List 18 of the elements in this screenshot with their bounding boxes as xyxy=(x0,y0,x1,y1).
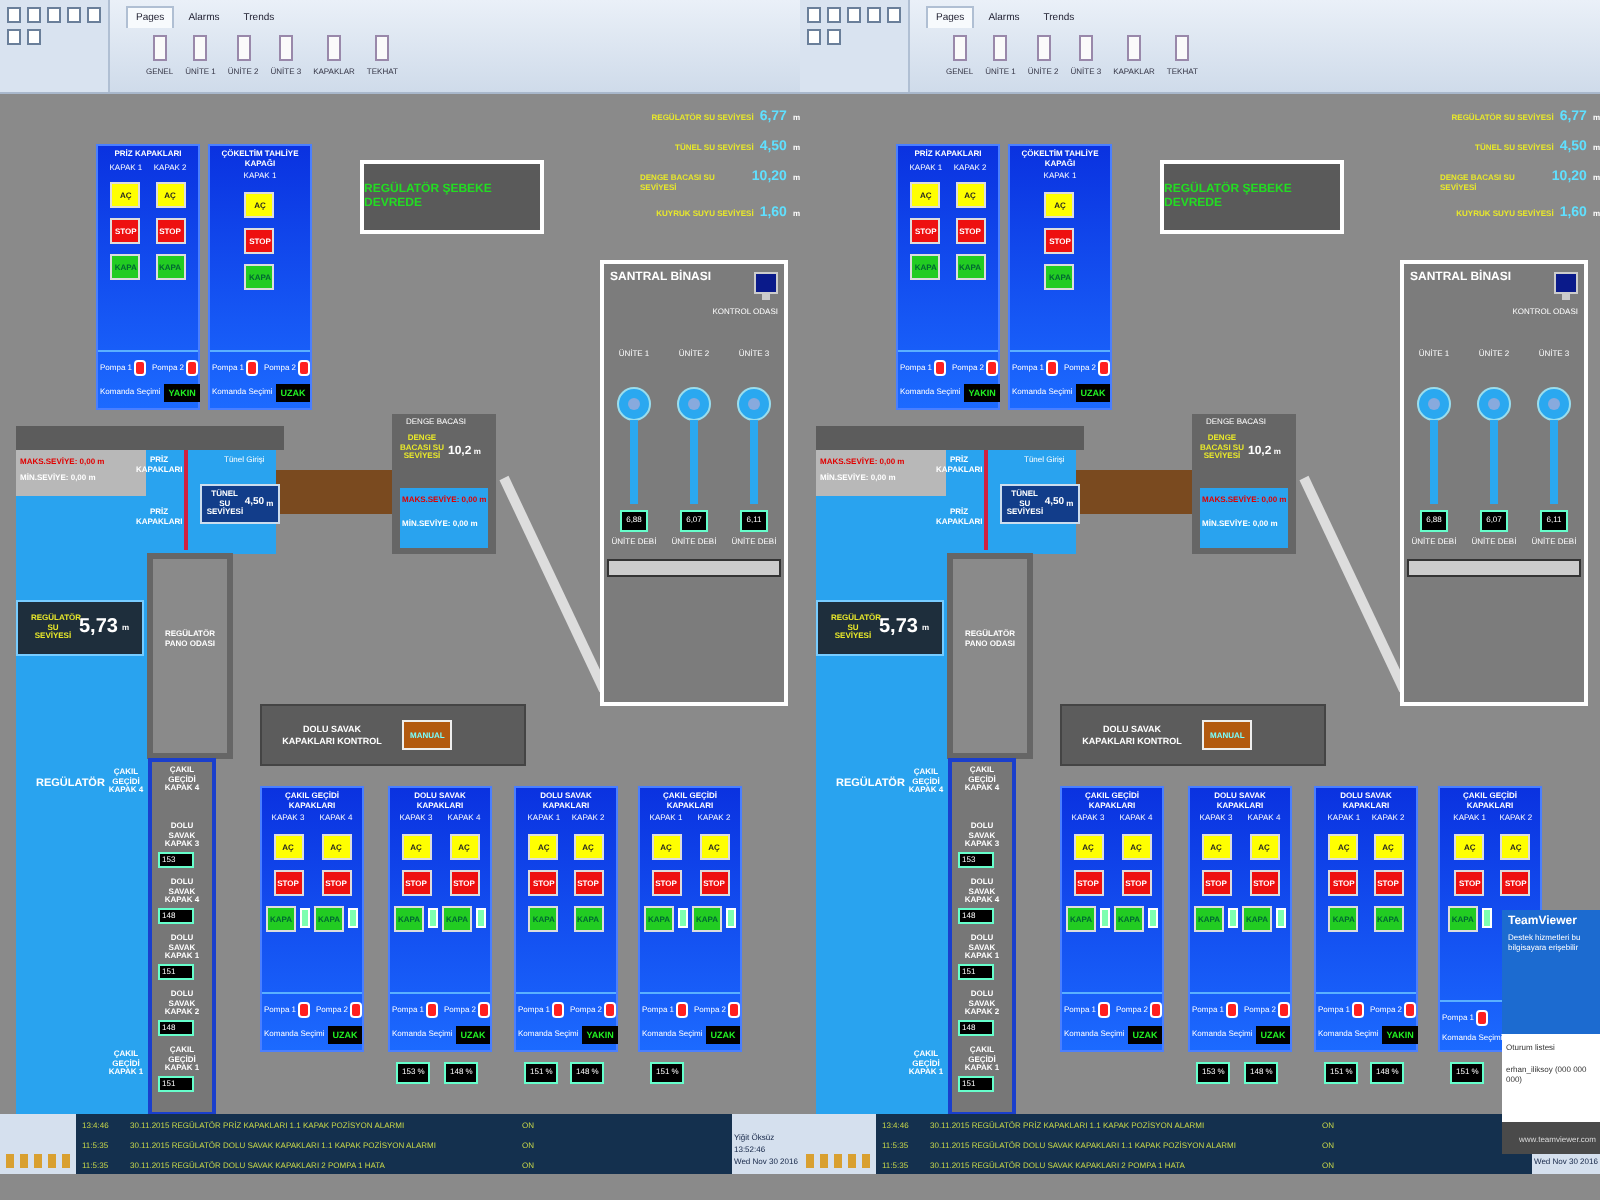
tunnel-pipe xyxy=(1076,470,1192,514)
page-icon xyxy=(235,34,252,62)
page-icon xyxy=(951,34,968,62)
page-icon xyxy=(992,34,1009,62)
page-icon xyxy=(151,34,168,62)
monitor-icon xyxy=(754,272,778,300)
page-icon xyxy=(1077,34,1094,62)
surge-tank-water xyxy=(400,488,488,548)
page-icon xyxy=(1126,34,1142,62)
page-icon xyxy=(326,34,342,62)
page-icon xyxy=(1035,34,1052,62)
surge-tank-water xyxy=(1200,488,1288,548)
page-icon xyxy=(1174,34,1191,62)
page-icon xyxy=(192,34,209,62)
page-icon xyxy=(277,34,294,62)
tunnel-pipe xyxy=(276,470,392,514)
monitor-icon xyxy=(1554,272,1578,300)
page-icon xyxy=(374,34,391,62)
